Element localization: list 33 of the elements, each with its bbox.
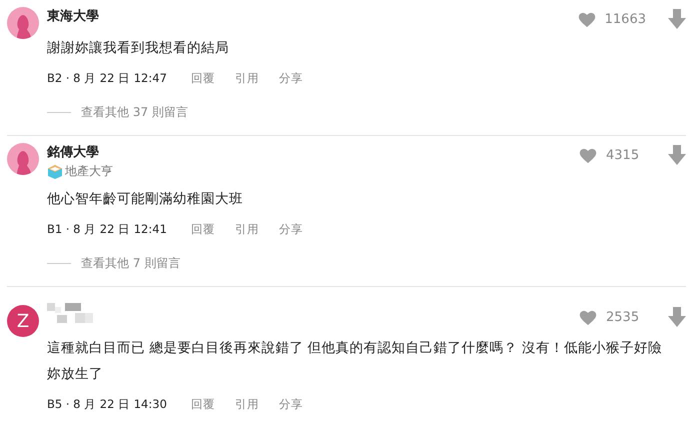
avatar <box>7 7 39 39</box>
comment-action-link[interactable]: 分享 <box>278 397 303 412</box>
comment-action-link[interactable]: 回覆 <box>190 71 215 86</box>
like-count: 11663 <box>604 12 646 26</box>
cube-icon <box>47 164 63 180</box>
down-arrow-icon[interactable] <box>668 9 686 29</box>
comment-action-link[interactable]: 回覆 <box>190 397 215 412</box>
comment-action-link[interactable]: 引用 <box>234 71 259 86</box>
badge-label: 地產大亨 <box>65 163 113 180</box>
view-more-replies-link[interactable]: 查看其他 7 則留言 <box>81 255 180 272</box>
view-more-replies-link[interactable]: 查看其他 37 則留言 <box>81 104 188 121</box>
avatar <box>7 143 39 175</box>
comment-text: 謝謝妳讓我看到我想看的結局 <box>47 39 230 58</box>
down-arrow-icon[interactable] <box>668 307 686 327</box>
comment-action-link[interactable]: 分享 <box>278 222 303 237</box>
comment-timestamp: B5 · 8 月 22 日 14:30 <box>47 397 167 412</box>
down-arrow-icon[interactable] <box>668 145 686 165</box>
like-count: 2535 <box>606 310 640 324</box>
comment-text: 這種就白目而已 總是要白目後再來說錯了 但他真的有認知自己錯了什麼嗎？ 沒有！低能小猴子好險妳放生了 <box>47 339 663 384</box>
author-name: 東海大學 <box>47 9 99 24</box>
heart-icon[interactable] <box>578 308 598 326</box>
comment-text: 他心智年齡可能剛滿幼稚園大班 <box>47 190 244 209</box>
comment-action-link[interactable]: 回覆 <box>190 222 215 237</box>
comment-timestamp: B1 · 8 月 22 日 12:41 <box>47 222 167 237</box>
comment-action-link[interactable]: 分享 <box>278 71 303 86</box>
heart-icon[interactable] <box>576 10 597 28</box>
heart-icon[interactable] <box>578 146 598 164</box>
comment-action-link[interactable]: 引用 <box>234 222 259 237</box>
comment-action-link[interactable]: 引用 <box>234 397 259 412</box>
comment-timestamp: B2 · 8 月 22 日 12:47 <box>47 71 167 86</box>
avatar: Z <box>7 305 39 337</box>
author-name: 銘傳大學 <box>47 145 99 160</box>
like-count: 4315 <box>606 148 640 162</box>
